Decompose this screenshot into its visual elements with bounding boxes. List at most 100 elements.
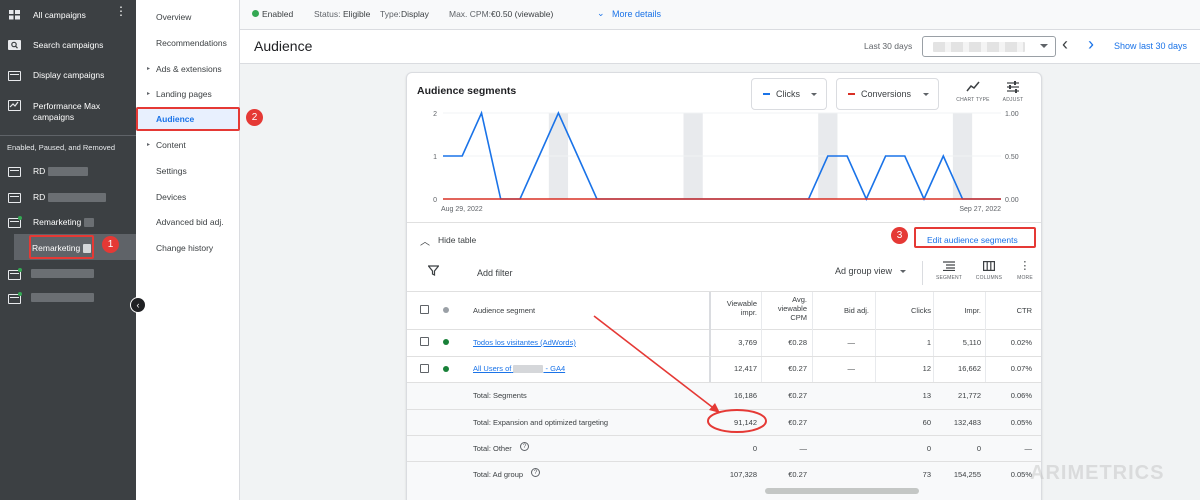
y-left-tick-label: 2: [433, 111, 437, 118]
clicks-legend-swatch: [763, 93, 770, 95]
menu-content[interactable]: Content: [156, 140, 186, 150]
nav-section-label: Enabled, Paused, and Removed: [7, 143, 115, 152]
more-vert-icon[interactable]: ⋮: [115, 5, 127, 17]
nav-all-campaigns[interactable]: All campaigns ⋮: [0, 2, 136, 28]
type-value: Display: [401, 9, 429, 19]
horizontal-scrollbar[interactable]: [765, 488, 919, 494]
table-header-top-border: [407, 291, 1041, 292]
nav-display-campaigns[interactable]: Display campaigns: [0, 62, 136, 88]
impr-value: 132,483: [953, 418, 981, 427]
next-period-icon[interactable]: ›: [1088, 34, 1094, 55]
nav-search-campaigns-label: Search campaigns: [33, 40, 104, 50]
campaign-rd-1-text: RD: [33, 166, 46, 176]
col-header-viewable-impr[interactable]: Viewable impr.: [707, 299, 757, 317]
columns-button[interactable]: COLUMNS: [973, 261, 1005, 281]
ctr-value: —: [1024, 444, 1033, 453]
row-checkbox[interactable]: [420, 337, 429, 346]
menu-advanced-bid-adj[interactable]: Advanced bid adj.: [156, 217, 224, 227]
caret-right-icon: ▸: [147, 66, 151, 72]
col-header-audience-segment[interactable]: Audience segment: [473, 306, 535, 315]
enabled-status-dot: [443, 339, 449, 345]
col-header-clicks[interactable]: Clicks: [879, 306, 931, 315]
impr-value: 0: [976, 444, 981, 453]
previous-period-icon[interactable]: ‹: [1062, 34, 1068, 55]
nav-search-campaigns[interactable]: Search campaigns: [0, 32, 136, 58]
total-label: Total: Other: [473, 444, 512, 453]
menu-devices[interactable]: Devices: [156, 192, 186, 202]
avg-cpm-value: €0.27: [788, 391, 807, 400]
card-title: Audience segments: [417, 85, 517, 97]
segment-name-link[interactable]: All Users of - GA4: [473, 364, 566, 374]
dropdown-arrow-icon: [899, 270, 906, 274]
adjust-label: ADJUST: [1002, 97, 1024, 103]
nav-campaign-redacted-1[interactable]: [0, 261, 136, 287]
columns-icon: [983, 261, 995, 271]
trending-chart-icon: [8, 100, 21, 111]
nav-pmax-label-line1: Performance Max: [33, 101, 101, 111]
col-header-ctr[interactable]: CTR: [987, 306, 1032, 315]
nav-campaign-rd-1[interactable]: RD: [0, 158, 136, 184]
chart-type-button[interactable]: CHART TYPE: [953, 81, 993, 103]
ad-group-view-label: Ad group view: [835, 266, 893, 276]
bid-adj-value[interactable]: —: [819, 338, 856, 347]
clicks-value: 13: [922, 391, 931, 400]
campaign-rd-1-label: RD: [33, 166, 88, 177]
campaign-remarketing-label: Remarketing: [33, 217, 94, 228]
avg-cpm-value: €0.27: [788, 470, 807, 479]
nav-pmax-label-line2: campaigns: [33, 112, 75, 122]
help-icon[interactable]: ?: [520, 442, 529, 451]
col-header-avg-viewable-cpm[interactable]: Avg. viewable CPM: [759, 295, 807, 322]
date-range-picker[interactable]: [922, 36, 1056, 57]
show-last-30-days-button[interactable]: Show last 30 days: [1114, 41, 1187, 51]
avg-cpm-value: €0.27: [788, 364, 807, 373]
help-icon[interactable]: ?: [531, 468, 540, 477]
status-value: Eligible: [343, 9, 371, 19]
col-header-bid-adj[interactable]: Bid adj.: [819, 306, 869, 315]
enabled-status-dot: [18, 292, 22, 296]
row-checkbox[interactable]: [420, 364, 429, 373]
enabled-status-text[interactable]: Enabled: [262, 9, 293, 19]
more-details-link[interactable]: More details: [612, 9, 661, 19]
avg-cpm-value: €0.28: [788, 338, 807, 347]
filter-icon[interactable]: [427, 265, 440, 279]
nav-campaign-rd-2[interactable]: RD: [0, 184, 136, 210]
add-filter-button[interactable]: Add filter: [477, 268, 513, 278]
nav-campaign-remarketing[interactable]: Remarketing: [0, 209, 136, 235]
ctr-value: 0.02%: [1010, 338, 1032, 347]
select-all-checkbox[interactable]: [420, 305, 429, 314]
segment-suffix: - GA4: [545, 364, 566, 373]
annotation-box-1: [29, 235, 94, 259]
collapse-nav-button[interactable]: ‹: [130, 297, 146, 313]
menu-recommendations[interactable]: Recommendations: [156, 38, 227, 48]
hide-table-button[interactable]: Hide table: [438, 235, 476, 245]
y-right-tick-label: 0.00: [1005, 197, 1019, 204]
menu-ads-extensions[interactable]: Ads & extensions: [156, 64, 222, 74]
menu-change-history[interactable]: Change history: [156, 243, 213, 253]
nav-pmax-campaigns[interactable]: Performance Max campaigns: [0, 96, 136, 126]
impr-value: 16,662: [958, 364, 981, 373]
more-button[interactable]: ⋮ MORE: [1013, 261, 1037, 282]
redacted-text: [31, 293, 94, 302]
menu-landing-pages[interactable]: Landing pages: [156, 89, 212, 99]
col-header-impr[interactable]: Impr.: [935, 306, 981, 315]
segment-name-link[interactable]: Todos los visitantes (AdWords): [473, 338, 576, 347]
show-chart-icon: [966, 81, 980, 92]
annotation-number-1: 1: [102, 236, 119, 253]
y-left-tick-label: 1: [433, 154, 437, 161]
clicks-value: 0: [926, 444, 931, 453]
impr-value: 5,110: [962, 338, 981, 347]
ad-group-view-selector[interactable]: Ad group view: [835, 266, 906, 276]
adjust-button[interactable]: ADJUST: [997, 81, 1029, 103]
page-menu: Overview Recommendations ▸ Ads & extensi…: [136, 0, 240, 500]
grid-icon: [9, 10, 20, 20]
chevron-up-icon[interactable]: ︿: [420, 233, 430, 248]
campaign-rd-2-label: RD: [33, 192, 106, 203]
redacted-text: [513, 365, 544, 374]
menu-settings[interactable]: Settings: [156, 166, 187, 176]
bid-adj-value[interactable]: —: [819, 364, 856, 373]
menu-overview[interactable]: Overview: [156, 12, 191, 22]
nav-campaign-redacted-2[interactable]: [0, 285, 136, 311]
segment-button[interactable]: SEGMENT: [933, 261, 965, 281]
segment-label: SEGMENT: [935, 275, 963, 281]
dropdown-arrow-icon: [923, 93, 929, 96]
